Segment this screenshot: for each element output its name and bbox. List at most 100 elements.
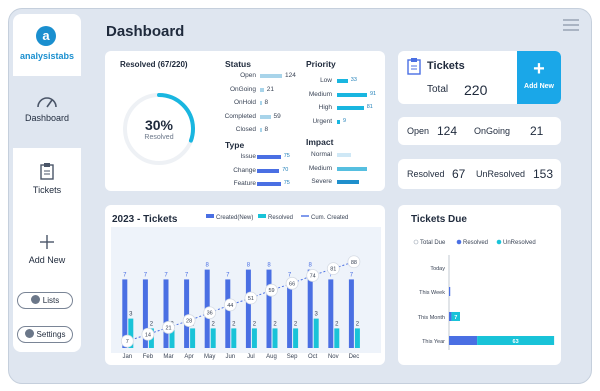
resolved-percent: 30%	[144, 117, 174, 133]
clipboard-icon	[407, 58, 421, 75]
cum-label: 28	[186, 319, 192, 325]
resolved-title: Resolved (67/220)	[120, 60, 188, 69]
row-label: Severe	[311, 178, 332, 185]
row-bar	[337, 119, 340, 124]
legend-label: Total Due	[420, 240, 446, 246]
row-label: Medium	[308, 90, 332, 98]
legend-label: Resolved	[463, 240, 488, 246]
kpi-card-resolved: Resolved 67 UnResolved 153	[398, 159, 561, 189]
sidebar-item-tickets[interactable]: Tickets	[13, 154, 81, 214]
row-label: Feature	[233, 180, 256, 187]
x-tick-label: Sep	[287, 354, 298, 360]
row-bar	[257, 168, 280, 173]
settings-button[interactable]: Settings	[17, 326, 73, 343]
row-bar	[337, 166, 367, 171]
tickets-title: Tickets	[427, 60, 465, 72]
resolved-bar	[251, 328, 257, 348]
legend-label: Created(New)	[216, 215, 253, 221]
row-bar	[260, 87, 264, 92]
legend-swatch	[206, 214, 214, 218]
legend-swatch	[456, 239, 462, 245]
row-value: 21	[266, 85, 274, 93]
bar-value: 63	[513, 339, 519, 345]
created-bar	[163, 279, 169, 348]
row-label: Closed	[235, 126, 256, 133]
row-label: Urgent	[312, 117, 332, 125]
kpi-label: Open	[407, 126, 430, 136]
resolved-bar	[334, 328, 340, 348]
cum-label: 59	[268, 288, 274, 294]
cum-label: 7	[126, 339, 129, 345]
created-bar	[245, 269, 251, 348]
row-bar	[260, 101, 262, 105]
lists-button[interactable]: Lists	[17, 292, 73, 309]
settings-label: Settings	[36, 330, 66, 339]
created-bar	[184, 279, 190, 348]
tickets-total-card: Tickets Total 220 + Add New	[398, 51, 561, 104]
x-tick-label: Jul	[247, 354, 255, 360]
x-tick-label: Aug	[266, 354, 277, 360]
row-value: 33	[350, 77, 357, 83]
resolved-bar	[231, 328, 237, 348]
x-tick-label: Oct	[308, 354, 318, 360]
y-tick-label: Today	[430, 266, 445, 272]
bar-value: 7	[454, 315, 457, 321]
row-label: Change	[233, 166, 256, 174]
cum-label: 36	[207, 311, 213, 317]
add-new-button[interactable]: + Add New	[517, 51, 561, 104]
kpi-value: 153	[533, 167, 554, 181]
resolved-bar	[272, 328, 278, 348]
row-bar	[337, 106, 364, 110]
resolved-bar	[210, 328, 216, 348]
resolved-bar	[354, 328, 360, 348]
kpi-label: Resolved	[407, 169, 445, 179]
created-bar	[225, 279, 231, 348]
resolved-bar	[449, 287, 451, 296]
cum-label: 81	[330, 267, 336, 273]
gear-icon	[24, 329, 34, 338]
x-tick-label: May	[204, 354, 215, 360]
logo-text: analysistabs	[19, 51, 75, 61]
row-label: Normal	[311, 151, 332, 158]
row-bar	[337, 92, 367, 97]
created-bar	[348, 279, 354, 348]
row-value: 8	[264, 99, 269, 106]
cum-label: 74	[310, 273, 316, 279]
sidebar: a analysistabs Dashboard Tickets Add New…	[13, 14, 81, 352]
row-bar	[257, 182, 281, 186]
resolved-bar	[190, 328, 196, 348]
tickets-chart-card: 2023 - Tickets Created(New) Resolved Cum. C…	[105, 205, 385, 365]
y-tick-label: This Week	[419, 290, 445, 296]
y-tick-label: This Year	[422, 339, 445, 345]
cum-label: 14	[145, 332, 151, 338]
gear-icon	[30, 295, 40, 304]
sidebar-item-add-new[interactable]: Add New	[13, 226, 81, 286]
row-value: 75	[283, 180, 290, 186]
row-label: Open	[240, 72, 256, 79]
row-label: Medium	[308, 164, 332, 172]
resolved-bar	[449, 312, 452, 321]
resolved-bar	[449, 336, 478, 345]
resolved-bar	[293, 328, 299, 348]
row-bar	[260, 74, 282, 78]
row-value: 9	[343, 117, 347, 124]
row-value: 8	[264, 126, 269, 133]
cum-label: 21	[165, 325, 171, 331]
row-bar	[337, 180, 359, 184]
total-label: Total	[427, 84, 449, 95]
row-label: High	[318, 104, 332, 111]
logo-icon: a	[36, 26, 56, 46]
row-label: Completed	[224, 112, 256, 120]
chart-title: Tickets Due	[411, 214, 467, 225]
x-tick-label: Apr	[184, 354, 193, 360]
plus-icon	[40, 235, 54, 249]
resolved-caption: Resolved	[144, 134, 174, 141]
row-bar	[337, 79, 348, 83]
row-bar	[257, 155, 281, 159]
cum-label: 51	[248, 296, 254, 302]
lists-label: Lists	[42, 296, 60, 305]
menu-icon[interactable]	[563, 19, 579, 33]
type-title: Type	[225, 140, 245, 150]
sidebar-item-dashboard[interactable]: Dashboard	[13, 76, 81, 148]
row-value: 91	[370, 90, 377, 97]
